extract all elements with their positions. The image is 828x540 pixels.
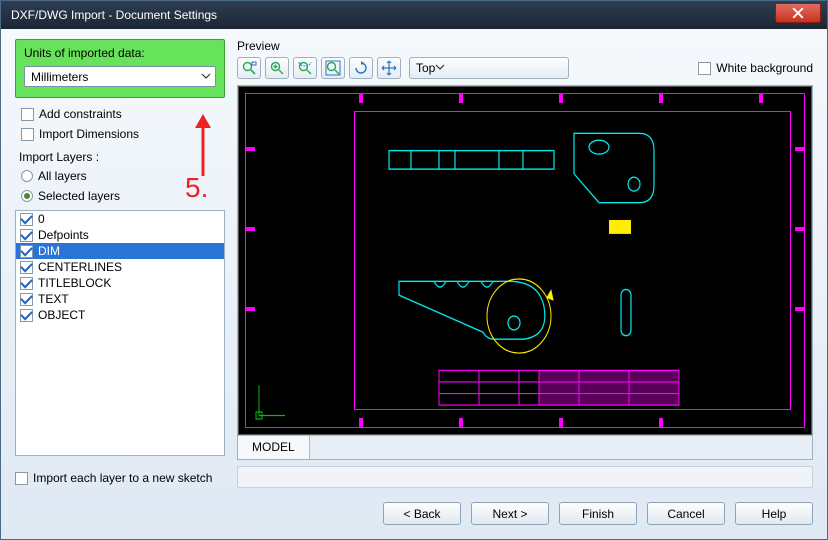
preview-toolbar: Top White background: [237, 57, 813, 79]
zoom-out-button[interactable]: [293, 57, 317, 79]
preview-frame: MODEL: [237, 85, 813, 460]
all-layers-radio[interactable]: [21, 170, 33, 182]
rotate-view-button[interactable]: [349, 57, 373, 79]
white-background-checkbox[interactable]: [698, 62, 711, 75]
next-button[interactable]: Next >: [471, 502, 549, 525]
tab-model[interactable]: MODEL: [238, 436, 310, 459]
selected-layers-row[interactable]: Selected layers: [21, 189, 225, 203]
view-combo-value: Top: [416, 61, 435, 75]
zoom-out-icon: [297, 60, 313, 76]
add-constraints-checkbox[interactable]: [21, 108, 34, 121]
finish-button[interactable]: Finish: [559, 502, 637, 525]
import-each-layer-checkbox[interactable]: [15, 472, 28, 485]
zoom-in-icon: [269, 60, 285, 76]
view-combo[interactable]: Top: [409, 57, 569, 79]
zoom-window-icon: [241, 60, 257, 76]
list-item[interactable]: 0: [16, 211, 224, 227]
client-area: Units of imported data: Millimeters Add …: [1, 29, 827, 539]
import-dimensions-label: Import Dimensions: [39, 127, 139, 141]
units-group: Units of imported data: Millimeters: [15, 39, 225, 98]
layer-name: Defpoints: [38, 228, 89, 242]
units-combo-value: Millimeters: [31, 70, 88, 84]
pan-button[interactable]: [377, 57, 401, 79]
all-layers-row[interactable]: All layers: [21, 169, 225, 183]
layer-checkbox[interactable]: [20, 245, 33, 258]
titlebar: DXF/DWG Import - Document Settings: [1, 1, 827, 29]
layer-name: 0: [38, 212, 45, 226]
cancel-button[interactable]: Cancel: [647, 502, 725, 525]
dialog-buttons: < Back Next > Finish Cancel Help: [15, 502, 813, 525]
layer-checkbox[interactable]: [20, 261, 33, 274]
rotate-icon: [353, 60, 369, 76]
help-button[interactable]: Help: [735, 502, 813, 525]
add-constraints-label: Add constraints: [39, 107, 122, 121]
add-constraints-row[interactable]: Add constraints: [21, 107, 225, 121]
back-button[interactable]: < Back: [383, 502, 461, 525]
units-label: Units of imported data:: [24, 46, 216, 60]
units-combo[interactable]: Millimeters: [24, 66, 216, 87]
list-item[interactable]: TEXT: [16, 291, 224, 307]
import-dimensions-checkbox[interactable]: [21, 128, 34, 141]
layer-name: TITLEBLOCK: [38, 276, 111, 290]
chevron-down-icon: [435, 61, 445, 75]
layer-checkbox[interactable]: [20, 309, 33, 322]
window-title: DXF/DWG Import - Document Settings: [11, 8, 775, 22]
layer-name: CENTERLINES: [38, 260, 122, 274]
close-button[interactable]: [775, 3, 821, 23]
white-background-row[interactable]: White background: [698, 61, 813, 75]
list-item[interactable]: CENTERLINES: [16, 259, 224, 275]
preview-tabs: MODEL: [238, 435, 812, 459]
import-layers-label: Import Layers :: [19, 150, 225, 164]
dialog-window: DXF/DWG Import - Document Settings Units…: [0, 0, 828, 540]
layer-checkbox[interactable]: [20, 229, 33, 242]
list-item[interactable]: DIM: [16, 243, 224, 259]
layer-list[interactable]: 0 Defpoints DIM CENTERLINES TITLEBLOCK T…: [15, 210, 225, 456]
chevron-down-icon: [201, 70, 211, 84]
list-item[interactable]: TITLEBLOCK: [16, 275, 224, 291]
zoom-window-button[interactable]: [237, 57, 261, 79]
all-layers-label: All layers: [38, 169, 87, 183]
layer-name: TEXT: [38, 292, 69, 306]
cad-viewport[interactable]: [238, 86, 812, 435]
zoom-in-button[interactable]: [265, 57, 289, 79]
layer-checkbox[interactable]: [20, 293, 33, 306]
selected-layers-radio[interactable]: [21, 190, 33, 202]
import-dimensions-row[interactable]: Import Dimensions: [21, 127, 225, 141]
selected-layers-label: Selected layers: [38, 189, 120, 203]
white-background-label: White background: [716, 61, 813, 75]
settings-panel: Units of imported data: Millimeters Add …: [15, 39, 225, 488]
import-each-layer-label: Import each layer to a new sketch: [33, 471, 212, 485]
close-icon: [792, 7, 804, 19]
pan-icon: [381, 60, 397, 76]
zoom-fit-icon: [325, 60, 341, 76]
status-bar: [237, 466, 813, 488]
list-item[interactable]: OBJECT: [16, 307, 224, 323]
preview-label: Preview: [237, 39, 813, 53]
layer-checkbox[interactable]: [20, 277, 33, 290]
zoom-fit-button[interactable]: [321, 57, 345, 79]
preview-panel: Preview Top White background: [237, 39, 813, 488]
cad-drawing: [239, 87, 811, 434]
layer-checkbox[interactable]: [20, 213, 33, 226]
list-item[interactable]: Defpoints: [16, 227, 224, 243]
main-columns: Units of imported data: Millimeters Add …: [15, 39, 813, 488]
import-each-layer-row[interactable]: Import each layer to a new sketch: [15, 471, 225, 485]
layer-name: OBJECT: [38, 308, 85, 322]
layer-name: DIM: [38, 244, 60, 258]
